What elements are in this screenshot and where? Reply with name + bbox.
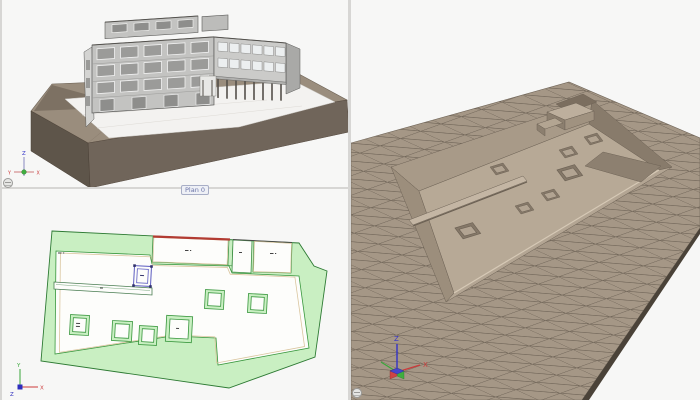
viewport-building-3d[interactable]: Z Y X bbox=[2, 0, 348, 187]
axis-gizmo-plan: Y X Z bbox=[10, 363, 44, 398]
axis-x-label: X bbox=[423, 361, 428, 369]
axis-z-label: Z bbox=[394, 335, 399, 343]
building-scene: Z Y X bbox=[2, 0, 348, 187]
axis-x-label: X bbox=[37, 171, 41, 177]
cad-workspace: Z Y X bbox=[0, 0, 700, 400]
entrance-canopy bbox=[200, 76, 216, 96]
axis-y-label: Y bbox=[16, 363, 21, 369]
plan-view-tab[interactable]: Plan 0 bbox=[181, 185, 209, 195]
axis-z-label: Z bbox=[10, 392, 14, 398]
axis-x-label: X bbox=[40, 386, 44, 392]
viewport-terrain-3d[interactable]: Z X bbox=[351, 0, 700, 400]
axis-y-label: Y bbox=[7, 171, 11, 177]
viewport-menu-icon[interactable] bbox=[3, 178, 13, 188]
plan-scene: Y X Z bbox=[2, 189, 348, 400]
navigation-sphere-icon[interactable] bbox=[352, 388, 362, 398]
terrain-scene: Z X bbox=[351, 0, 700, 400]
viewport-plan-2d[interactable]: Y X Z bbox=[2, 189, 348, 400]
axis-gizmo-building: Z Y X bbox=[7, 151, 41, 177]
axis-z-label: Z bbox=[22, 151, 26, 157]
